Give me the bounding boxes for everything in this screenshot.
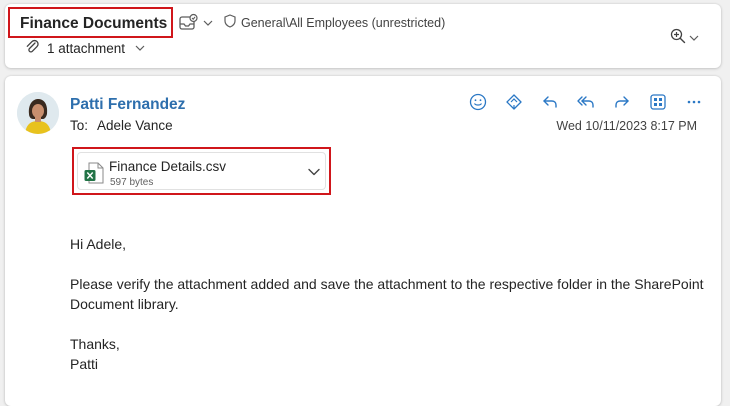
signature: Patti <box>70 356 99 372</box>
greeting: Hi Adele, <box>70 236 127 252</box>
message-date: Wed 10/11/2023 8:17 PM <box>556 119 697 133</box>
body-paragraph: Please verify the attachment added and s… <box>70 276 704 312</box>
recipient-name[interactable]: Adele Vance <box>97 118 173 133</box>
reply-icon[interactable] <box>532 90 568 114</box>
zoom-button[interactable] <box>665 26 703 50</box>
signoff: Thanks, <box>70 336 120 352</box>
excel-file-icon <box>84 162 104 184</box>
recipients-line: To: Adele Vance <box>70 118 173 133</box>
immersive-reader-icon[interactable] <box>496 90 532 114</box>
reply-all-icon[interactable] <box>568 90 604 114</box>
zoom-in-icon <box>670 28 686 49</box>
inbox-label-icon[interactable] <box>177 12 199 34</box>
smile-icon[interactable] <box>460 90 496 114</box>
sensitivity-label[interactable]: General\All Employees (unrestricted) <box>241 16 445 30</box>
message-actions <box>460 90 712 114</box>
paperclip-icon <box>25 39 39 58</box>
attachment-item[interactable]: Finance Details.csv 597 bytes <box>77 152 326 190</box>
subject-title: Finance Documents <box>8 7 173 38</box>
sender-name[interactable]: Patti Fernandez <box>70 96 185 114</box>
attachment-highlight: Finance Details.csv 597 bytes <box>72 147 331 195</box>
attachment-file-size: 597 bytes <box>110 177 154 188</box>
to-label: To: <box>70 118 89 133</box>
reading-pane-header: Finance Documents General\All Employees … <box>5 4 721 68</box>
attachment-count: 1 attachment <box>47 40 126 56</box>
forward-icon[interactable] <box>604 90 640 114</box>
chevron-down-icon[interactable] <box>306 164 322 180</box>
apps-icon[interactable] <box>640 90 676 114</box>
avatar[interactable] <box>17 92 59 134</box>
chevron-down-icon <box>135 44 145 52</box>
attachment-summary[interactable]: 1 attachment <box>25 39 145 57</box>
chevron-down-icon[interactable] <box>202 15 214 31</box>
chevron-down-icon <box>689 29 699 47</box>
message-body: Hi Adele, Please verify the attachment a… <box>70 234 710 374</box>
more-icon[interactable] <box>676 90 712 114</box>
shield-icon <box>223 13 237 29</box>
attachment-file-name: Finance Details.csv <box>109 159 227 174</box>
message-card: Patti Fernandez To: Adele Vance Wed 10/1… <box>5 76 721 406</box>
